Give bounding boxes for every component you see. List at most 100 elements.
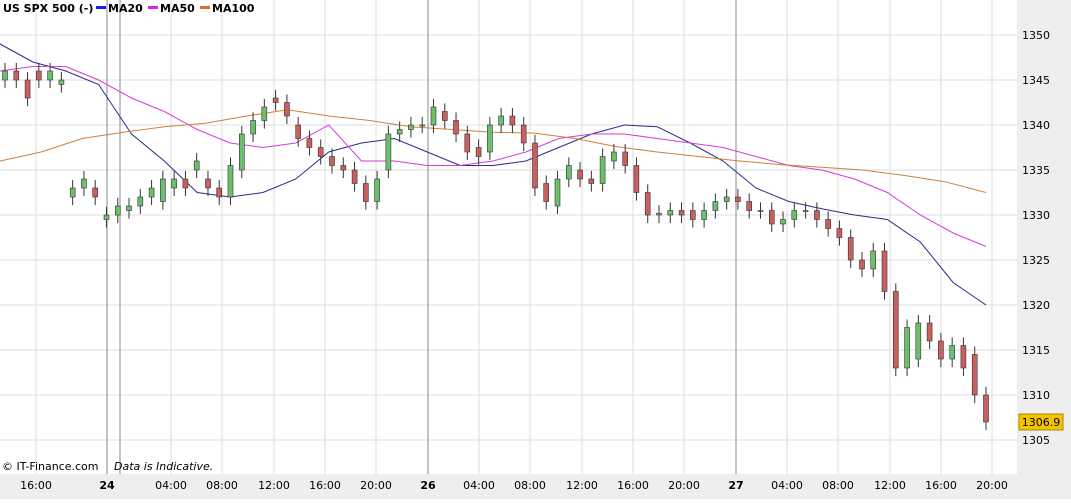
candle-down (926, 322, 933, 342)
candle-up (870, 250, 877, 270)
candle-down (735, 196, 741, 202)
candle-up (137, 196, 144, 207)
candle-down (329, 156, 335, 166)
candle-up (261, 106, 268, 121)
chart-svg: 1350 1345 1340 1335 1330 1325 1320 1315 1310 1305… (0, 0, 1071, 499)
candle-up (802, 210, 809, 212)
candle-up (227, 165, 234, 198)
candle-down (317, 147, 324, 157)
candle-down (205, 178, 211, 189)
candle-up (599, 156, 606, 184)
candle-down (24, 79, 31, 99)
candle-up (904, 327, 910, 369)
candle-down (13, 70, 20, 81)
price-tick-label: 1315 (1022, 344, 1050, 357)
candle-up (780, 219, 786, 225)
candle-up (667, 210, 674, 216)
candle-down (272, 97, 279, 103)
candle-up (611, 151, 617, 162)
candle-up (408, 124, 414, 130)
candle-up (58, 79, 65, 85)
time-tick-label: 08:00 (206, 479, 238, 492)
candle-up (115, 205, 121, 216)
price-tick-label: 1320 (1022, 299, 1050, 312)
candle-down (295, 124, 302, 139)
candle-down (475, 147, 482, 157)
time-tick-label: 12:00 (258, 479, 290, 492)
candle-up (487, 124, 493, 153)
brand-label: © IT-Finance.com (2, 460, 99, 473)
candle-down (678, 210, 685, 216)
candle-up (498, 115, 504, 126)
last-price-label: 1306.9 (1022, 416, 1061, 429)
price-tick-label: 1345 (1022, 74, 1050, 87)
candle-up (103, 214, 110, 220)
candle-down (644, 192, 651, 216)
time-tick-label: 27 (728, 479, 743, 492)
price-tick-label: 1350 (1022, 29, 1050, 42)
time-tick-label: 16:00 (617, 479, 649, 492)
candle-down (814, 210, 820, 220)
candle-up (47, 70, 53, 81)
time-tick-label: 20:00 (668, 479, 700, 492)
price-tick-label: 1340 (1022, 119, 1050, 132)
time-tick-label: 04:00 (155, 479, 187, 492)
candle-up (374, 178, 380, 202)
candle-down (622, 151, 629, 166)
candle-down (284, 102, 290, 117)
price-axis-background (1017, 0, 1071, 474)
time-tick-label: 04:00 (771, 479, 803, 492)
time-tick-label: 16:00 (309, 479, 341, 492)
time-tick-label: 24 (99, 479, 115, 492)
candle-up (69, 187, 76, 198)
ma20-swatch (96, 6, 106, 9)
candle-up (2, 70, 8, 81)
candle-up (239, 133, 245, 171)
candle-up (712, 201, 719, 211)
time-tick-label: 04:00 (463, 479, 495, 492)
candle-down (768, 210, 775, 225)
candle-down (689, 210, 696, 220)
candle-down (983, 394, 989, 423)
candle-down (182, 178, 189, 189)
candle-up (791, 210, 798, 220)
candle-down (960, 345, 967, 369)
data-indicative-note: Data is Indicative. (114, 460, 213, 473)
time-tick-label: 12:00 (566, 479, 598, 492)
candle-up (430, 106, 437, 126)
candle-up (554, 178, 561, 207)
candle-down (543, 183, 550, 202)
ma50-swatch (148, 6, 158, 9)
candle-down (847, 237, 854, 261)
candle-up (656, 212, 662, 216)
candle-down (340, 165, 347, 171)
instrument-label: US SPX 500 (-) (3, 2, 93, 15)
time-tick-label: 16:00 (20, 479, 52, 492)
legend: US SPX 500 (-) MA20 MA50 MA100 (3, 2, 255, 15)
candle-down (351, 169, 358, 184)
candle-down (881, 250, 888, 292)
candle-up (385, 133, 392, 171)
candle-down (746, 201, 753, 211)
candle-down (577, 169, 583, 180)
candle-up (419, 124, 426, 127)
time-tick-label: 16:00 (925, 479, 957, 492)
candle-down (453, 120, 459, 135)
candle-down (520, 124, 527, 144)
candle-up (193, 160, 200, 171)
ma20-legend-label: MA20 (108, 2, 143, 15)
candle-down (633, 165, 640, 193)
candle-down (825, 219, 831, 229)
candle-down (532, 142, 538, 189)
candle-up (565, 165, 572, 180)
candle-up (81, 178, 87, 189)
time-tick-label: 20:00 (360, 479, 392, 492)
time-tick-label: 08:00 (822, 479, 854, 492)
ma100-swatch (200, 6, 210, 9)
candle-up (757, 210, 764, 212)
candle-up (723, 196, 730, 202)
price-chart: 1350 1345 1340 1335 1330 1325 1320 1315 1310 1305… (0, 0, 1071, 499)
price-tick-label: 1325 (1022, 254, 1050, 267)
candle-down (216, 187, 222, 198)
plot-background (0, 0, 1017, 474)
